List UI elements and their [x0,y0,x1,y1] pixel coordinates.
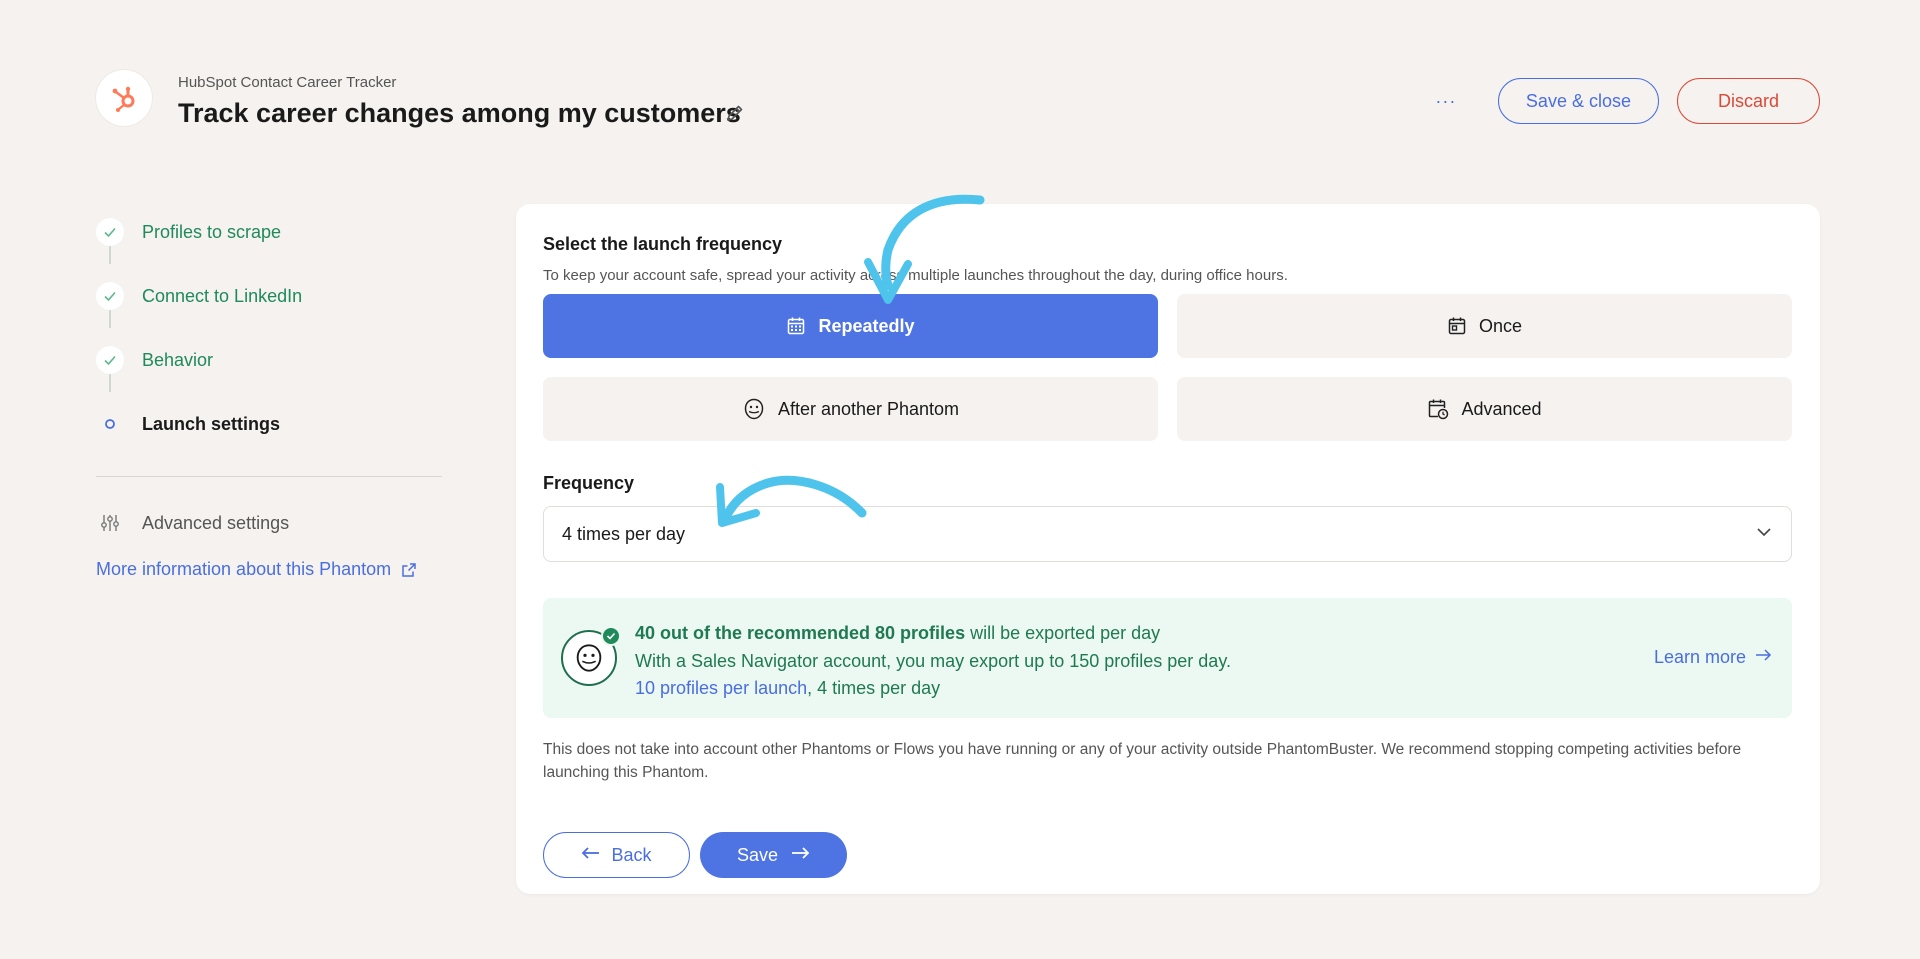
sliders-icon [96,513,124,533]
discard-button[interactable]: Discard [1676,78,1820,124]
save-close-button[interactable]: Save & close [1497,78,1659,124]
option-label: Advanced [1461,398,1542,419]
sales-navigator-note: With a Sales Navigator account, you may … [635,650,1231,671]
step-launch-settings[interactable]: Launch settings [96,392,442,456]
advanced-settings-label: Advanced settings [142,512,290,533]
back-button[interactable]: Back [543,832,690,878]
disclaimer-text: This does not take into account other Ph… [543,741,1742,781]
step-label: Profiles to scrape [142,221,282,242]
frequency-label: Frequency [543,473,635,493]
check-icon [104,291,116,302]
header: HubSpot Contact Career Tracker Track car… [96,70,1820,130]
step-check [96,346,124,374]
option-label: Once [1478,315,1523,336]
launch-frequency-summary: , 4 times per day [807,678,941,698]
pencil-icon [727,105,743,121]
check-icon [104,227,116,238]
chevron-down-icon [1755,523,1773,546]
export-count: 40 out of the recommended 80 profiles [635,623,966,643]
step-connect-linkedin[interactable]: Connect to LinkedIn [96,264,442,328]
launch-frequency-title: Select the launch frequency [543,234,783,254]
learn-more-link[interactable]: Learn more [1654,646,1772,669]
save-button[interactable]: Save [700,832,847,878]
hubspot-icon [112,86,135,112]
step-current-dot [96,410,124,438]
step-label: Connect to LinkedIn [142,285,303,306]
profiles-per-launch-link[interactable]: 10 profiles per launch [635,678,807,698]
phantom-icon [576,644,602,672]
steps-sidebar: Profiles to scrape Connect to LinkedIn B… [96,200,442,580]
phantom-icon [742,397,766,421]
sidebar-divider [96,476,442,477]
check-badge-icon [601,626,621,646]
option-label: Repeatedly [818,315,915,336]
circle-icon [105,419,115,429]
launch-settings-card: Select the launch frequency To keep your… [516,204,1820,894]
frequency-select[interactable]: 4 times per day [543,506,1792,562]
step-check [96,218,124,246]
edit-title-button[interactable] [722,100,748,126]
export-info-text: 40 out of the recommended 80 profiles wi… [635,620,1231,703]
advanced-settings-link[interactable]: Advanced settings [96,503,442,543]
option-once[interactable]: Once [1177,294,1792,358]
option-after-another-phantom[interactable]: After another Phantom [543,377,1158,441]
page-title: Track career changes among my customers [178,98,741,128]
option-advanced[interactable]: Advanced [1177,377,1792,441]
option-repeatedly[interactable]: Repeatedly [543,294,1158,358]
more-options-button[interactable]: ··· [1428,83,1464,119]
footer-buttons: Back Save [543,832,1792,878]
step-profiles-to-scrape[interactable]: Profiles to scrape [96,200,442,264]
check-icon [104,355,116,366]
step-label: Launch settings [142,413,281,434]
calendar-clock-icon [1427,398,1449,420]
step-behavior[interactable]: Behavior [96,328,442,392]
hubspot-logo [96,70,152,126]
learn-more-label: Learn more [1653,647,1746,667]
save-label: Save [736,844,779,865]
external-link-icon [401,562,417,578]
export-info-box: 40 out of the recommended 80 profiles wi… [543,598,1792,718]
frequency-options: Repeatedly Once After another Phantom Ad… [543,294,1792,441]
step-label: Behavior [142,349,214,370]
more-info-link[interactable]: More information about this Phantom [96,559,442,580]
export-count-suffix: will be exported per day [965,623,1161,643]
phantom-avatar [561,626,621,686]
phantom-name: HubSpot Contact Career Tracker [178,74,397,91]
arrow-right-icon [790,845,810,866]
calendar-icon [786,316,806,336]
frequency-value: 4 times per day [562,523,686,544]
more-info-label: More information about this Phantom [96,559,392,579]
launch-frequency-description: To keep your account safe, spread your a… [543,267,1288,284]
calendar-day-icon [1447,316,1467,336]
arrow-left-icon [581,845,601,866]
step-check [96,282,124,310]
option-label: After another Phantom [777,398,960,419]
arrow-right-icon [1754,646,1772,669]
back-label: Back [611,844,652,865]
